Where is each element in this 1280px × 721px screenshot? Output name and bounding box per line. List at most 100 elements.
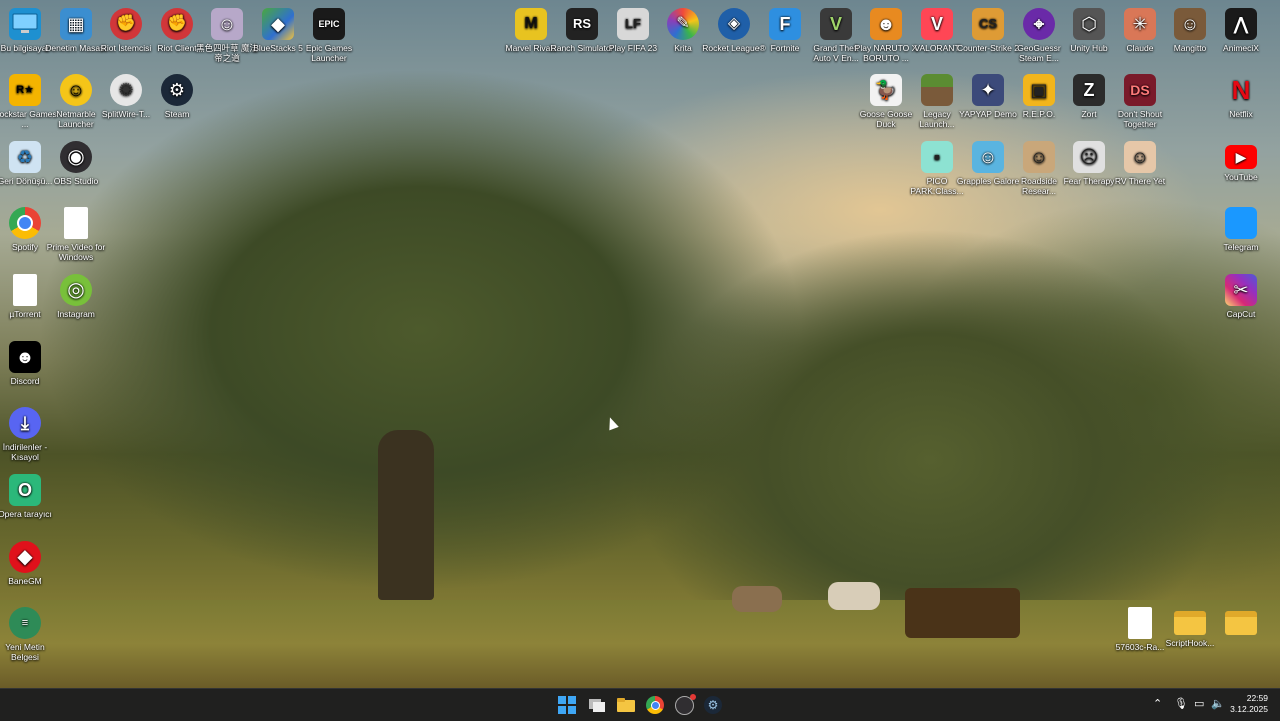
clock-time: 22:59 xyxy=(1246,693,1268,703)
monitor-icon xyxy=(9,8,41,40)
desktop-icon-spotify[interactable]: Prime Video for Windows xyxy=(43,203,109,262)
desktop-icon-indirilenler[interactable]: O Opera tarayıcı xyxy=(0,470,58,519)
downloads-icon: O xyxy=(9,474,41,506)
icon-label: CapCut xyxy=(1226,309,1256,319)
clock-date: 3.12.2025 xyxy=(1230,704,1268,714)
claude-icon: ✳ xyxy=(1124,8,1156,40)
utorrent-icon: ◎ xyxy=(60,274,92,306)
steam-icon: ⚙ xyxy=(161,74,193,106)
chrome-icon[interactable] xyxy=(644,694,666,716)
icon-label: OBS Studio xyxy=(53,176,99,186)
icon-label: YouTube xyxy=(1224,172,1258,182)
wallpaper-horse xyxy=(828,582,880,610)
task-view-icon[interactable] xyxy=(586,694,608,716)
obs-icon[interactable] xyxy=(673,693,696,716)
wallpaper-meadow xyxy=(0,600,1280,688)
grapples-icon: ☺ xyxy=(972,141,1004,173)
file-icon xyxy=(13,274,37,306)
yapyap-icon: ✦ xyxy=(972,74,1004,106)
desktop-icon-instagram[interactable]: ✂ CapCut xyxy=(1208,270,1274,319)
icon-label: BaneGM xyxy=(8,576,42,586)
icon-label: Opera tarayıcı xyxy=(0,509,52,519)
counter-strike-icon: CS xyxy=(972,8,1004,40)
naruto-icon: ☻ xyxy=(870,8,902,40)
marvel-rivals-icon: M xyxy=(515,8,547,40)
recycle-bin-icon: ♻ xyxy=(9,141,41,173)
discord-icon: ⤓ xyxy=(9,407,41,439)
chevron-up-icon[interactable]: ⌃ xyxy=(1153,697,1162,710)
desktop-icon-discord[interactable]: ⤓ İndirilenler - Kısayol xyxy=(0,403,58,462)
desktop-wallpaper: Bu bilgisayar R★ Rockstar Games ... ♻ Ge… xyxy=(0,0,1280,688)
icon-label: AnimeciX xyxy=(1223,43,1259,53)
display-icon[interactable]: ▭ xyxy=(1194,697,1204,710)
riot-fist-icon: ✊ xyxy=(161,8,193,40)
icon-label: Yeni Metin Belgesi xyxy=(5,642,45,662)
text-file-icon xyxy=(1128,607,1152,639)
icon-label: İndirilenler - Kısayol xyxy=(2,442,48,462)
obs-icon: ◉ xyxy=(60,141,92,173)
speaker-icon[interactable]: 🔈 xyxy=(1211,697,1225,710)
bluestacks-icon: ◆ xyxy=(262,8,294,40)
desktop-icon-opera[interactable]: ◆ BaneGM xyxy=(0,537,58,586)
mouse-cursor-icon xyxy=(605,415,619,431)
icon-label: ScriptHook... xyxy=(1165,638,1215,648)
chrome-icon xyxy=(9,207,41,239)
desktop-icon-epic-games[interactable]: EPIC Epic Games Launcher xyxy=(296,4,362,63)
desktop-icon-youtube[interactable]: ▶ YouTube xyxy=(1208,137,1274,182)
zort-icon: Z xyxy=(1073,74,1105,106)
desktop-icon-netflix[interactable]: N Netflix xyxy=(1208,70,1274,119)
opera-icon: ◆ xyxy=(9,541,41,573)
file-explorer-icon[interactable] xyxy=(615,694,637,716)
youtube-icon: ▶ xyxy=(1225,145,1257,169)
goose-icon: 🦆 xyxy=(870,74,902,106)
pico-park-icon: ▪ xyxy=(921,141,953,173)
desktop-icon-animecix[interactable]: ⋀ AnimeciX xyxy=(1208,4,1274,53)
icon-label: Prime Video for Windows xyxy=(46,242,106,262)
epic-games-icon: EPIC xyxy=(313,8,345,40)
steam-icon[interactable]: ⚙ xyxy=(702,694,724,716)
instagram-icon: ✂ xyxy=(1225,274,1257,306)
icon-label: Telegram xyxy=(1223,242,1259,252)
mangitto-icon: ☺ xyxy=(1174,8,1206,40)
capcut-icon: ☻ xyxy=(9,341,41,373)
gta-icon: V xyxy=(820,8,852,40)
dont-shout-icon: DS xyxy=(1124,74,1156,106)
minecraft-block-icon xyxy=(921,74,953,106)
repo-icon: ▣ xyxy=(1023,74,1055,106)
windows-start-icon[interactable] xyxy=(556,694,578,716)
taskbar-clock[interactable]: 22:59 3.12.2025 xyxy=(1230,693,1268,715)
desktop-icon-prime-video[interactable]: Telegram xyxy=(1208,203,1274,252)
desktop-icon-dont-shout[interactable]: DS Don't Shout Together xyxy=(1107,70,1173,129)
icon-label: Instagram xyxy=(57,309,95,319)
desktop-icon-obs[interactable]: ◉ OBS Studio xyxy=(43,137,109,186)
desktop-icon-rv-there-yet[interactable]: ☺ RV There Yet xyxy=(1107,137,1173,186)
fear-therapy-icon: ☹ xyxy=(1073,141,1105,173)
riot-fist-icon: ✊ xyxy=(110,8,142,40)
rocket-league-icon: ◈ xyxy=(718,8,750,40)
anime-character-icon: ☺ xyxy=(211,8,243,40)
rv-there-yet-icon: ☺ xyxy=(1124,141,1156,173)
taskbar: ⚙ ⌃ 🎙 ▭ 🔈 22:59 3.12.2025 xyxy=(0,688,1280,721)
desktop-icon-banegm[interactable]: ≡ Yeni Metin Belgesi xyxy=(0,603,58,662)
netflix-icon: N xyxy=(1231,75,1251,105)
icon-label: Epic Games Launcher xyxy=(305,43,353,63)
file-icon xyxy=(64,207,88,239)
splitwire-icon: ✺ xyxy=(110,74,142,106)
fortnite-icon: F xyxy=(769,8,801,40)
roadside-icon: ☺ xyxy=(1023,141,1055,173)
desktop-icon-steam[interactable]: ⚙ Steam xyxy=(144,70,210,119)
desktop-icon-capcut[interactable]: ☻ Discord xyxy=(0,337,58,386)
desktop-icon-scripthook[interactable] xyxy=(1208,603,1274,638)
icon-label: Don't Shout Together xyxy=(1117,109,1163,129)
geoguessr-icon: ⌖ xyxy=(1023,8,1055,40)
icon-label: Netflix xyxy=(1229,109,1253,119)
prime-video-icon xyxy=(1225,207,1257,239)
valorant-icon: V xyxy=(921,8,953,40)
rockstar-icon: R★ xyxy=(9,74,41,106)
icon-label: Steam xyxy=(164,109,190,119)
wallpaper-cart xyxy=(905,588,1020,638)
krita-icon: ✎ xyxy=(667,8,699,40)
ranch-simulator-icon: RS xyxy=(566,8,598,40)
microphone-icon[interactable]: 🎙 xyxy=(1174,697,1188,710)
desktop-icon-utorrent[interactable]: ◎ Instagram xyxy=(43,270,109,319)
